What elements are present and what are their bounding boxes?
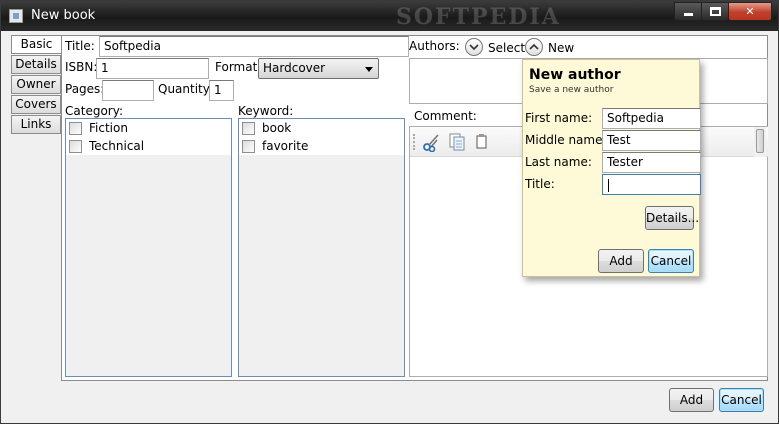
middle-name-label: Middle name: — [525, 133, 607, 147]
watermark-logo: SOFTPEDIA — [396, 4, 561, 30]
author-title-input[interactable] — [602, 174, 701, 195]
new-author-label[interactable]: New — [548, 41, 574, 55]
tab-details[interactable]: Details — [11, 55, 61, 74]
maximize-icon — [709, 7, 721, 16]
tab-basic[interactable]: Basic — [11, 35, 62, 54]
author-title-label: Title: — [525, 177, 555, 191]
category-checkbox[interactable] — [69, 139, 82, 153]
authors-label: Authors: — [409, 39, 460, 53]
select-author-label[interactable]: Select — [488, 41, 525, 55]
category-item-label: Fiction — [89, 121, 128, 135]
format-select[interactable]: Hardcover — [258, 58, 379, 79]
last-name-label: Last name: — [525, 155, 592, 169]
window-title: New book — [31, 8, 96, 23]
chevron-down-icon — [469, 44, 479, 51]
new-author-popup: New author Save a new author First name:… — [522, 59, 701, 277]
tab-owner[interactable]: Owner — [11, 75, 61, 94]
comment-label: Comment: — [414, 109, 477, 123]
title-bar[interactable]: New book SOFTPEDIA ✕ — [1, 1, 778, 31]
last-name-input[interactable]: Tester — [602, 152, 701, 173]
paste-button[interactable] — [472, 132, 492, 152]
middle-name-input[interactable]: Test — [602, 130, 701, 151]
keyword-checkbox[interactable] — [242, 121, 255, 135]
quantity-label: Quantity: — [158, 82, 214, 96]
category-item-label: Technical — [89, 139, 145, 153]
first-name-input[interactable]: Softpedia — [602, 108, 701, 129]
toolbar-grip[interactable] — [413, 134, 415, 150]
popup-subtitle: Save a new author — [529, 85, 614, 95]
cut-button[interactable] — [422, 132, 442, 153]
category-list[interactable]: Fiction Technical — [65, 118, 232, 377]
category-label: Category: — [65, 104, 123, 118]
first-name-label: First name: — [525, 111, 593, 125]
cancel-button[interactable]: Cancel — [719, 388, 764, 412]
format-label: Format: — [215, 60, 262, 74]
window-controls: ✕ — [674, 2, 772, 21]
keyword-list[interactable]: book favorite — [238, 118, 405, 377]
isbn-input[interactable]: 1 — [96, 58, 209, 79]
app-icon — [9, 9, 23, 23]
new-author-button[interactable] — [525, 38, 543, 56]
pages-input[interactable] — [102, 80, 154, 101]
list-item[interactable]: book — [239, 119, 404, 137]
text-caret — [608, 179, 609, 192]
isbn-label: ISBN: — [65, 60, 98, 74]
chevron-up-icon — [529, 43, 539, 50]
minimize-button[interactable] — [674, 2, 702, 21]
copy-button[interactable] — [447, 132, 467, 152]
keyword-label: Keyword: — [238, 104, 294, 118]
keyword-checkbox[interactable] — [242, 139, 255, 153]
list-item[interactable]: Fiction — [66, 119, 231, 137]
details-button[interactable]: Details... — [645, 206, 699, 230]
popup-cancel-button[interactable]: Cancel — [648, 249, 694, 273]
tab-links[interactable]: Links — [11, 115, 61, 134]
copy-icon — [449, 133, 465, 151]
chevron-down-icon — [365, 67, 373, 72]
pages-label: Pages: — [65, 82, 105, 96]
toolbar-scrollbar[interactable] — [754, 127, 766, 157]
category-checkbox[interactable] — [69, 121, 82, 135]
close-button[interactable]: ✕ — [728, 2, 772, 21]
tab-strip: Basic Details Owner Covers Links — [11, 35, 62, 135]
popup-add-button[interactable]: Add — [598, 249, 644, 273]
title-label: Title: — [65, 39, 95, 53]
paste-icon — [476, 134, 487, 149]
select-author-button[interactable] — [465, 38, 483, 56]
scissors-icon — [423, 134, 439, 153]
keyword-items: book favorite — [239, 119, 404, 155]
keyword-item-label: favorite — [262, 139, 309, 153]
format-value: Hardcover — [263, 61, 326, 75]
title-input[interactable]: Softpedia — [99, 36, 409, 57]
tab-covers[interactable]: Covers — [11, 95, 61, 114]
quantity-input[interactable]: 1 — [209, 80, 234, 101]
new-book-window: New book SOFTPEDIA ✕ Basic Details Owner… — [0, 0, 779, 424]
list-item[interactable]: Technical — [66, 137, 231, 155]
minimize-icon — [683, 13, 693, 16]
list-item[interactable]: favorite — [239, 137, 404, 155]
close-icon: ✕ — [745, 5, 755, 18]
keyword-item-label: book — [262, 121, 292, 135]
category-items: Fiction Technical — [66, 119, 231, 155]
popup-title: New author — [529, 67, 621, 83]
add-button[interactable]: Add — [669, 388, 714, 412]
scroll-grip[interactable] — [756, 129, 764, 153]
maximize-button[interactable] — [701, 2, 729, 21]
